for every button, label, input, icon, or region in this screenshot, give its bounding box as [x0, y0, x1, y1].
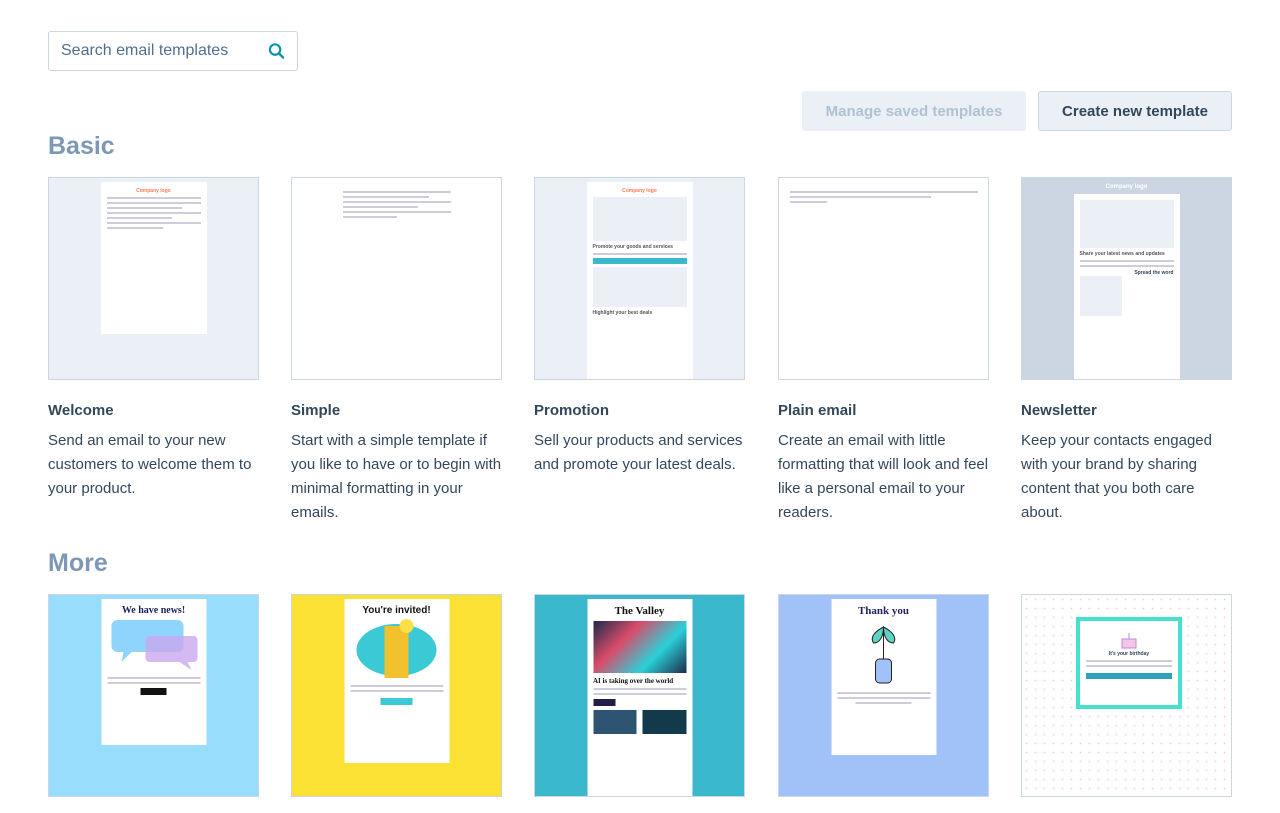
template-title: Newsletter: [1021, 402, 1097, 419]
template-card-thank-you[interactable]: Thank you: [778, 594, 989, 797]
template-card-news[interactable]: We have news!: [48, 594, 259, 797]
template-thumbnail[interactable]: Company logo Promote your goods and servi…: [534, 177, 745, 380]
template-card-welcome[interactable]: Company logo Welcome Send an email to yo…: [48, 177, 259, 501]
template-description: Sell your products and services and prom…: [534, 432, 743, 473]
search-input[interactable]: [61, 42, 268, 60]
template-description: Send an email to your new customers to w…: [48, 432, 252, 497]
template-card-birthday[interactable]: It's your birthday: [1021, 594, 1232, 797]
template-thumbnail[interactable]: Thank you: [778, 594, 989, 797]
template-thumbnail[interactable]: Company logo: [48, 177, 259, 380]
template-description: Start with a simple template if you like…: [291, 432, 502, 521]
template-thumbnail[interactable]: [291, 177, 502, 380]
template-thumbnail[interactable]: [778, 177, 989, 380]
template-card-promotion[interactable]: Company logo Promote your goods and servi…: [534, 177, 745, 477]
template-description: Create an email with little formatting t…: [778, 432, 989, 521]
birthday-cake-icon: [1121, 633, 1137, 649]
create-new-template-button[interactable]: Create new template: [1038, 91, 1232, 131]
thumb-heading: It's your birthday: [1108, 651, 1150, 657]
template-card-newsletter[interactable]: Company logo Share your latest news and …: [1021, 177, 1232, 525]
thumb-subheading: AI is taking over the world: [593, 677, 674, 685]
template-thumbnail[interactable]: We have news!: [48, 594, 259, 797]
template-thumbnail[interactable]: Company logo Share your latest news and …: [1021, 177, 1232, 380]
speech-bubbles-icon: [111, 620, 198, 670]
thumb-logo-text: Company logo: [1105, 184, 1148, 190]
template-card-plain-email[interactable]: Plain email Create an email with little …: [778, 177, 989, 525]
thumb-heading: Share your latest news and updates: [1079, 251, 1165, 257]
plant-vase-icon: [871, 626, 896, 684]
template-card-simple[interactable]: Simple Start with a simple template if y…: [291, 177, 502, 525]
template-card-the-valley[interactable]: The Valley AI is taking over the world: [534, 594, 745, 797]
lemonade-drink-icon: [356, 619, 437, 678]
template-card-invited[interactable]: You're invited!: [291, 594, 502, 797]
section-title-more: More: [48, 549, 108, 577]
template-title: Welcome: [48, 402, 114, 419]
thumb-heading: Promote your goods and services: [592, 244, 674, 250]
template-description: Keep your contacts engaged with your bra…: [1021, 432, 1212, 521]
template-thumbnail[interactable]: It's your birthday: [1021, 594, 1232, 797]
template-title: Plain email: [778, 402, 857, 419]
search-box[interactable]: [48, 31, 298, 71]
template-title: Simple: [291, 402, 341, 419]
template-title: Promotion: [534, 402, 609, 419]
section-title-basic: Basic: [48, 132, 115, 160]
template-thumbnail[interactable]: You're invited!: [291, 594, 502, 797]
thumb-heading: Thank you: [857, 605, 910, 617]
search-icon[interactable]: [268, 42, 285, 60]
thumb-logo-text: Company logo: [622, 188, 657, 194]
thumb-logo-text: Company logo: [136, 188, 171, 194]
manage-saved-templates-button[interactable]: Manage saved templates: [802, 91, 1026, 131]
thumb-heading: We have news!: [121, 605, 186, 616]
thumb-heading: You're invited!: [362, 605, 431, 616]
thumb-heading: The Valley: [614, 605, 665, 617]
thumb-subheading: Highlight your best deals: [592, 310, 653, 316]
template-thumbnail[interactable]: The Valley AI is taking over the world: [534, 594, 745, 797]
